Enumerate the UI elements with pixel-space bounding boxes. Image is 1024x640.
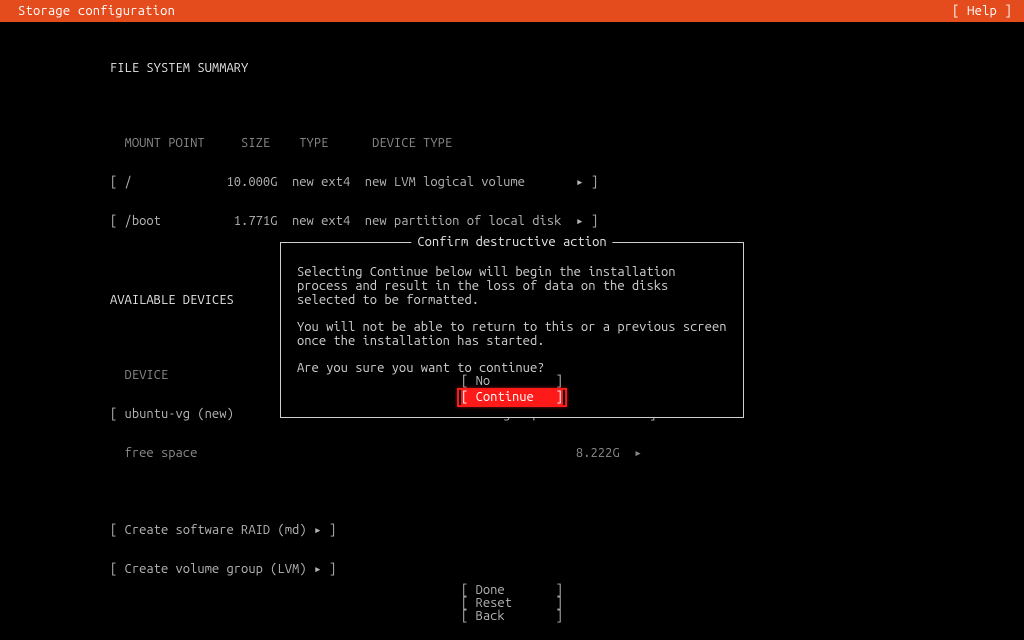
device-row[interactable]: free space 8.222G ▸ <box>110 447 1024 460</box>
fs-row[interactable]: [ /boot 1.771G new ext4 new partition of… <box>110 215 1024 228</box>
create-lvm-button[interactable]: [ Create volume group (LVM) ▸ ] <box>110 563 1024 576</box>
dialog-title: Confirm destructive action <box>411 236 612 249</box>
confirm-dialog: Confirm destructive action Selecting Con… <box>280 242 744 418</box>
dialog-buttons: [ No ] [ Continue ] <box>457 375 567 407</box>
dialog-body: Selecting Continue below will begin the … <box>281 243 743 375</box>
continue-button[interactable]: [ Continue ] <box>461 390 563 405</box>
dialog-text: Are you sure you want to continue? <box>297 361 727 375</box>
fs-summary-header: MOUNT POINT SIZE TYPE DEVICE TYPE <box>110 137 1024 150</box>
title-bar: Storage configuration [ Help ] <box>0 0 1024 22</box>
back-button[interactable]: [ Back ] <box>0 610 1024 623</box>
footer-actions: [ Done ] [ Reset ] [ Back ] <box>0 584 1024 623</box>
continue-button-highlight: [ Continue ] <box>457 388 567 407</box>
dialog-text: Selecting Continue below will begin the … <box>297 265 727 307</box>
create-raid-button[interactable]: [ Create software RAID (md) ▸ ] <box>110 524 1024 537</box>
page-title: Storage configuration <box>18 5 175 18</box>
help-button[interactable]: [ Help ] <box>952 5 1012 18</box>
fs-summary-heading: FILE SYSTEM SUMMARY <box>110 62 1024 75</box>
file-system-summary: FILE SYSTEM SUMMARY MOUNT POINT SIZE TYP… <box>110 36 1024 254</box>
no-button[interactable]: [ No ] <box>457 375 567 388</box>
fs-row[interactable]: [ / 10.000G new ext4 new LVM logical vol… <box>110 176 1024 189</box>
dialog-text: You will not be able to return to this o… <box>297 320 727 348</box>
